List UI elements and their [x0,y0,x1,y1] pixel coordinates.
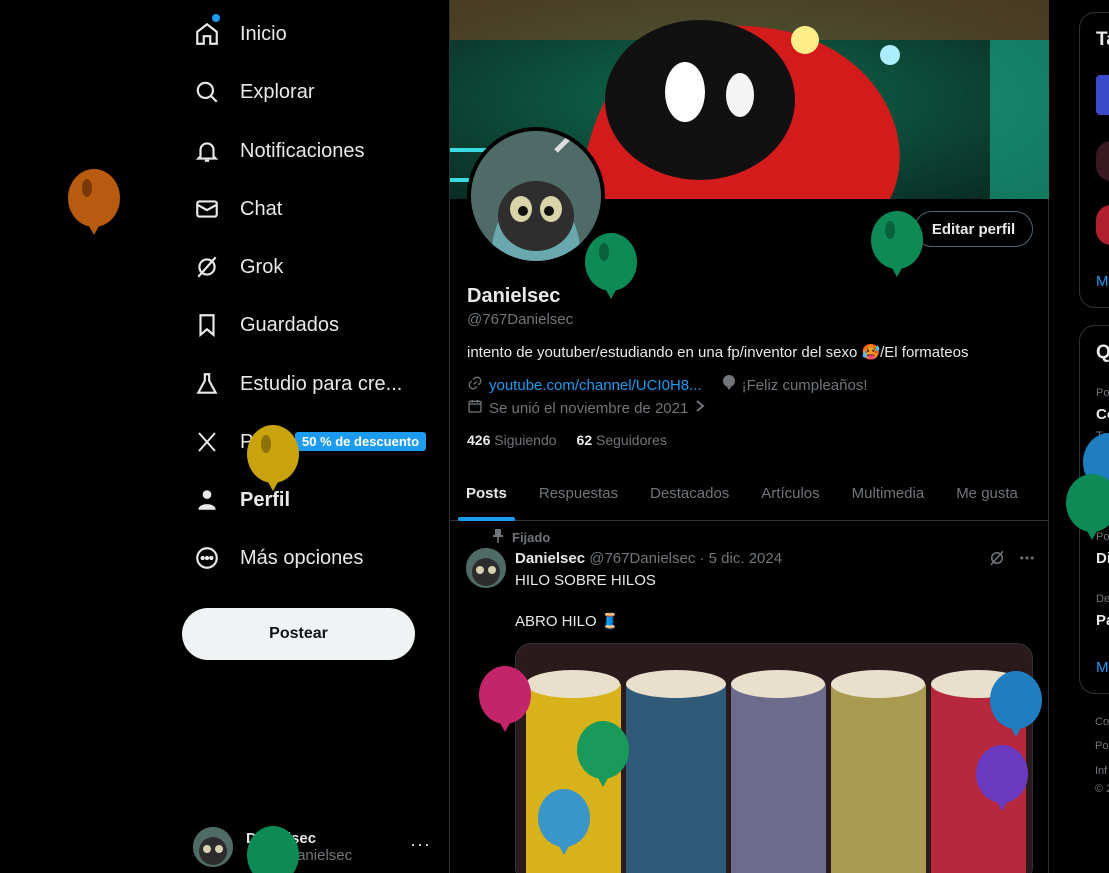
nav-item-explore[interactable]: Explorar [182,67,326,117]
profile-link[interactable]: youtube.com/channel/UCI0H8... [489,377,702,394]
nav-item-grok[interactable]: Grok [182,242,295,292]
profile-tabs: Posts Respuestas Destacados Artículos Mu… [450,465,1049,521]
avatar [193,827,233,867]
trend-thumbnail[interactable] [1096,75,1109,115]
footer-link[interactable]: Inf [1095,765,1107,777]
show-more-link[interactable]: M [1096,659,1109,676]
tweet-handle-date: @767Danielsec · 5 dic. 2024 [589,550,783,567]
tab-articles[interactable]: Artículos [745,465,835,521]
nav-item-creator-studio[interactable]: Estudio para cre... [182,359,414,409]
pinned-label: Fijado [492,529,550,546]
more-circle-icon [194,545,220,571]
search-icon [194,79,220,105]
profile-joined-row: Se unió el noviembre de 2021 [467,398,706,418]
profile-bio: intento de youtuber/estudiando en una fp… [467,344,969,361]
row-label: Po [1096,387,1109,399]
flask-icon [194,371,220,397]
nav-label: Estudio para cre... [240,372,403,395]
show-more-link[interactable]: M [1096,273,1109,290]
home-icon [194,14,220,47]
calendar-icon [467,398,483,418]
link-icon [467,375,483,395]
birthday-text: ¡Feliz cumpleaños! [741,376,868,394]
more-dots-icon[interactable]: ··· [410,834,431,855]
nav-label: Explorar [240,80,315,103]
balloon-decoration [68,169,120,235]
tab-highlights[interactable]: Destacados [634,465,745,521]
pin-icon [492,529,504,546]
nav-item-home[interactable]: Inicio [182,9,299,59]
profile-main-column: Editar perfil Danielsec @767Danielsec in… [449,0,1049,873]
trend-thumbnail[interactable] [1096,205,1109,245]
followers-stat[interactable]: 62 Seguidores [577,432,667,448]
balloon-decoration [538,789,590,855]
profile-meta-row: youtube.com/channel/UCI0H8... ¡Feliz cum… [467,375,868,395]
tweet-avatar[interactable] [466,548,506,588]
tab-posts[interactable]: Posts [450,465,523,521]
balloon-decoration [479,666,531,732]
footer-link[interactable]: Co [1095,716,1109,728]
balloon-decoration [1066,474,1109,540]
balloon-decoration [990,671,1042,737]
nav-label: Más opciones [240,546,364,569]
profile-name: Danielsec [467,285,561,307]
premium-discount-badge[interactable]: 50 % de descuento [295,432,427,451]
edit-profile-button[interactable]: Editar perfil [914,211,1033,247]
balloon-decoration [585,233,637,299]
tweet-actions [988,549,1036,572]
nav-label: Notificaciones [240,139,365,162]
nav-item-chat[interactable]: Chat [182,184,294,234]
post-button[interactable]: Postear [182,608,415,660]
card-title: Q [1096,342,1109,364]
trends-card: Ta M [1079,12,1109,308]
nav-label: Inicio [240,22,287,45]
trends-title: Ta [1096,29,1109,50]
nav-label: Chat [240,197,283,220]
row-label: De [1096,593,1109,605]
bell-icon [194,138,220,164]
balloon-decoration [247,826,299,873]
balloon-icon [722,375,736,395]
person-icon [194,487,220,513]
nav-label: Grok [240,255,284,278]
trend-thumbnail[interactable] [1096,141,1109,181]
nav-item-more-options[interactable]: Más opciones [182,533,375,583]
balloon-decoration [247,425,299,491]
balloon-decoration [976,745,1028,811]
row-title[interactable]: Co [1096,406,1109,423]
mail-icon [194,196,220,222]
grok-icon [194,254,220,280]
joined-text: Se unió el noviembre de 2021 [489,399,689,417]
row-title[interactable]: Pa [1096,612,1109,629]
tweet-text: HILO SOBRE HILOS [515,572,656,589]
bookmark-icon [194,312,220,338]
nav-item-notifications[interactable]: Notificaciones [182,126,377,176]
footer-link[interactable]: Po [1095,740,1108,752]
row-title[interactable]: Di [1096,550,1109,567]
footer-copyright: © 2 [1095,783,1109,795]
following-stat[interactable]: 426 Siguiendo [467,432,557,448]
nav-item-bookmarks[interactable]: Guardados [182,300,351,350]
more-dots-icon[interactable] [1018,549,1036,572]
tweet-author[interactable]: Danielsec [515,550,585,567]
tab-replies[interactable]: Respuestas [523,465,634,521]
x-logo-icon [194,429,220,455]
nav-label: Guardados [240,313,339,336]
tab-likes[interactable]: Me gusta [940,465,1034,521]
tweet-text: ABRO HILO 🧵 [515,613,620,630]
account-switcher[interactable]: Danielsec @767Danielsec ··· [193,824,443,870]
chevron-right-icon[interactable] [694,399,706,417]
profile-stats: 426 Siguiendo 62 Seguidores [467,432,667,448]
tweet-header: Danielsec @767Danielsec · 5 dic. 2024 [515,550,782,567]
balloon-decoration [871,211,923,277]
balloon-decoration [577,721,629,787]
grok-icon[interactable] [988,549,1006,572]
profile-handle: @767Danielsec [467,311,574,328]
tab-media[interactable]: Multimedia [836,465,941,521]
